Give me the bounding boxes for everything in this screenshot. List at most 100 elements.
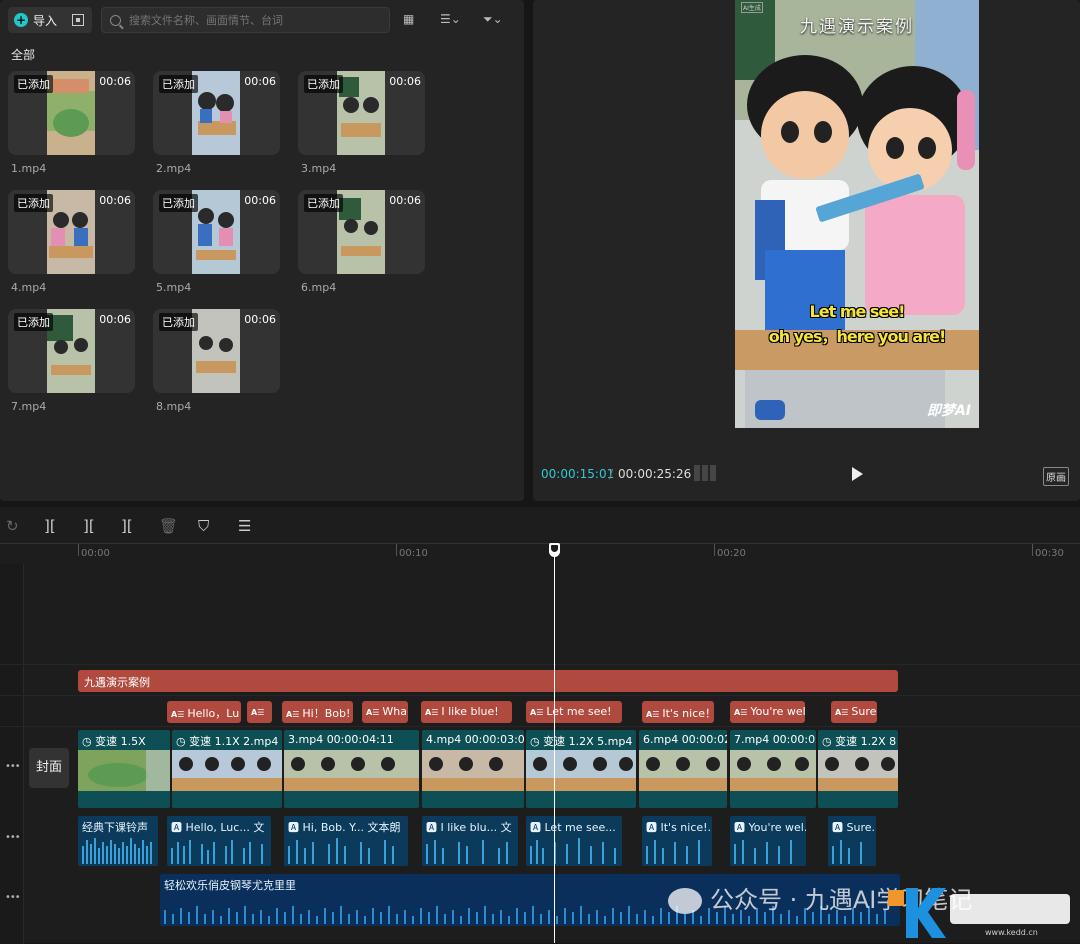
filter-icon[interactable]: ⏷⌄ — [483, 12, 503, 27]
media-card-2[interactable]: 已添加 00:06 — [153, 71, 280, 155]
added-badge: 已添加 — [14, 313, 53, 331]
caption-edit-icon[interactable]: ☰ — [238, 517, 251, 535]
file-name: 4.mp4 — [11, 281, 47, 294]
import-button[interactable]: + 导入 — [8, 7, 92, 33]
clip-filmstrip — [284, 750, 419, 791]
caption-text: Wha — [382, 705, 407, 718]
ruler-tick — [1032, 544, 1033, 556]
timeline-panel: ↻ ][ ][ ][ 🗑 ⛉ ☰ 00:00 00:10 00:20 00:30… — [0, 507, 1080, 944]
caption-clip[interactable]: A☰ Sure — [831, 701, 877, 723]
clip-label: ◷ 变速 1.1X 2.mp4 — [176, 735, 279, 748]
audio-clip[interactable]: 经典下课铃声 — [78, 816, 158, 866]
caption-clip[interactable]: A☰ Hi！Bob! — [282, 701, 353, 723]
media-card-6[interactable]: 已添加 00:06 — [298, 190, 425, 274]
caption-clip[interactable]: A☰ I like blue! — [421, 701, 512, 723]
more-icon[interactable]: ••• — [5, 892, 21, 903]
clip-label: 7.mp4 00:00:02 — [734, 733, 816, 746]
audio-clip[interactable]: 🅰 Hello, Luc... 文 — [167, 816, 271, 866]
music-label: 轻松欢乐俏皮钢琴尤克里里 — [164, 879, 296, 892]
file-name: 7.mp4 — [11, 400, 47, 413]
audio-clip[interactable]: 🅰 Sure. — [828, 816, 876, 866]
video-clip[interactable]: ◷ 变速 1.2X 5.mp4 — [526, 730, 636, 808]
track-header-column — [0, 564, 24, 944]
added-badge: 已添加 — [159, 75, 198, 93]
total-timecode: 00:00:25:26 — [618, 467, 692, 481]
audio-label: 🅰 Sure. — [832, 821, 875, 834]
video-clip[interactable]: ◷ 变速 1.1X 2.mp4 — [172, 730, 282, 808]
caption-clip[interactable]: A☰ Let me see! — [526, 701, 622, 723]
waveform — [646, 840, 700, 864]
sort-icon[interactable]: ☰⌄ — [440, 12, 461, 26]
time-ruler[interactable]: 00:00 00:10 00:20 00:30 — [0, 543, 1080, 564]
video-clip[interactable]: 4.mp4 00:00:03:08 — [422, 730, 524, 808]
play-icon[interactable] — [852, 467, 863, 481]
qr-code-icon[interactable] — [72, 14, 85, 26]
redo-icon[interactable]: ↻ — [6, 517, 19, 535]
split-icon[interactable]: ][ — [44, 517, 56, 535]
clip-label: 3.mp4 00:00:04:11 — [288, 733, 394, 746]
audio-clip[interactable]: 🅰 You're wel... — [730, 816, 806, 866]
split-left-icon[interactable]: ][ — [83, 517, 95, 535]
playhead-line[interactable] — [554, 543, 555, 943]
media-card-4[interactable]: 已添加 00:06 — [8, 190, 135, 274]
duration: 00:06 — [244, 75, 276, 88]
track-divider — [0, 664, 1080, 665]
duration: 00:06 — [99, 313, 131, 326]
added-badge: 已添加 — [159, 313, 198, 331]
duration: 00:06 — [99, 194, 131, 207]
caption-clip[interactable]: A☰ You're wel — [730, 701, 805, 723]
split-right-icon[interactable]: ][ — [121, 517, 133, 535]
playhead-handle[interactable] — [549, 543, 560, 557]
audio-clip[interactable]: 🅰 I like blu... 文 — [422, 816, 518, 866]
audio-clip[interactable]: 🅰 Hi, Bob. Y... 文本朗 — [284, 816, 408, 866]
media-card-1[interactable]: 已添加 00:06 — [8, 71, 135, 155]
cover-button[interactable]: 封面 — [29, 748, 69, 788]
marker-icon[interactable]: ⛉ — [198, 517, 209, 535]
search-input[interactable] — [127, 12, 381, 28]
caption-text: Hi！Bob! — [302, 707, 351, 720]
audio-label: 经典下课铃声 — [82, 821, 148, 834]
duration: 00:06 — [389, 75, 421, 88]
caption-clip[interactable]: A☰ Wha — [362, 701, 408, 723]
caption-clip[interactable]: A☰ Hello，Lu — [167, 701, 241, 723]
view-mode-icon[interactable]: ▦ — [403, 12, 414, 26]
clip-label: ◷ 变速 1.2X 8 — [822, 735, 897, 748]
video-clip[interactable]: 7.mp4 00:00:02 — [730, 730, 816, 808]
video-clip[interactable]: ◷ 变速 1.2X 8 — [818, 730, 898, 808]
more-icon[interactable]: ••• — [5, 761, 21, 772]
added-badge: 已添加 — [14, 75, 53, 93]
media-card-5[interactable]: 已添加 00:06 — [153, 190, 280, 274]
caption-text: I like blue! — [441, 705, 499, 718]
video-clip[interactable]: 3.mp4 00:00:04:11 — [284, 730, 419, 808]
video-preview[interactable]: AI生成 九遇演示案例 Let me see! oh yes，here you … — [735, 0, 979, 428]
duration: 00:06 — [244, 194, 276, 207]
audio-label: 🅰 Hello, Luc... 文 — [171, 821, 265, 834]
audio-label: 🅰 Hi, Bob. Y... 文本朗 — [288, 821, 401, 834]
clip-filmstrip — [639, 750, 727, 791]
grid-icon[interactable] — [694, 465, 716, 481]
more-icon[interactable]: ••• — [5, 832, 21, 843]
original-quality-button[interactable]: 原画 — [1043, 467, 1069, 486]
audio-clip[interactable]: 🅰 It's nice!... — [642, 816, 712, 866]
video-clip[interactable]: 6.mp4 00:00:02 — [639, 730, 727, 808]
delete-icon[interactable]: 🗑 — [159, 517, 178, 535]
video-clip[interactable]: ◷ 变速 1.5X — [78, 730, 170, 808]
ruler-label: 00:00 — [81, 548, 110, 559]
ruler-tick — [78, 544, 79, 556]
audio-label: 🅰 It's nice!... — [646, 821, 712, 834]
file-name: 6.mp4 — [301, 281, 337, 294]
audio-clip[interactable]: 🅰 Let me see... — [526, 816, 622, 866]
file-name: 8.mp4 — [156, 400, 192, 413]
caption-clip[interactable]: A☰ It's nice！ — [642, 701, 714, 723]
caption-clip[interactable]: A☰ — [247, 701, 272, 723]
media-card-8[interactable]: 已添加 00:06 — [153, 309, 280, 393]
clip-filmstrip — [818, 750, 898, 791]
media-card-3[interactable]: 已添加 00:06 — [298, 71, 425, 155]
clip-filmstrip — [78, 750, 170, 791]
media-card-7[interactable]: 已添加 00:06 — [8, 309, 135, 393]
preview-panel: AI生成 九遇演示案例 Let me see! oh yes，here you … — [533, 0, 1080, 501]
added-badge: 已添加 — [304, 194, 343, 212]
caption-text: It's nice！ — [662, 707, 714, 720]
title-text-clip[interactable]: 九遇演示案例 — [78, 670, 898, 692]
search-box[interactable] — [101, 7, 390, 33]
